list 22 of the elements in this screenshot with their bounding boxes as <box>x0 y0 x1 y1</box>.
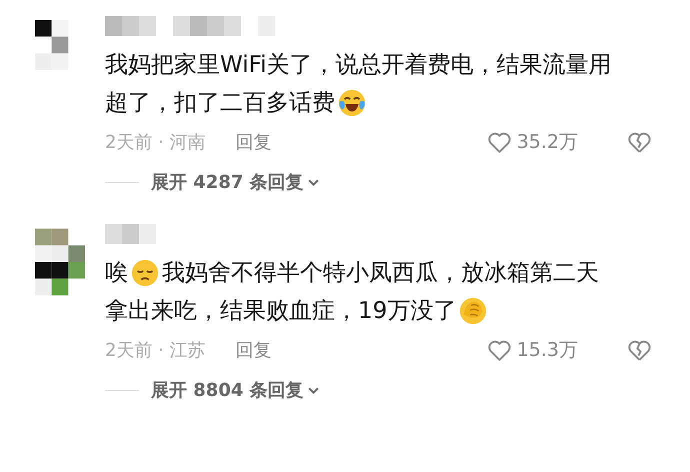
timestamp-location: 2天前 · 河南 <box>105 131 206 154</box>
reply-button[interactable]: 回复 <box>236 130 272 154</box>
username-redacted <box>105 224 156 244</box>
heart-icon[interactable] <box>486 338 513 362</box>
comment-text: 我妈把家里WiFi关了，说总开着费电，结果流量用 <box>105 51 612 80</box>
comment-text: 我妈舍不得半个特小凤西瓜，放冰箱第二天 <box>162 259 599 288</box>
timestamp-location: 2天前 · 江苏 <box>105 339 206 362</box>
comment-text: 拿出来吃，结果败血症，19万没了 <box>105 297 456 326</box>
like-count: 35.2万 <box>516 130 578 155</box>
comment-text: 唉 <box>105 259 128 288</box>
expand-replies-button[interactable]: 展开 4287 条回复 <box>151 170 304 194</box>
face-palm-emoji-icon <box>458 296 488 326</box>
comment-text: 超了，扣了二百多话费 <box>105 89 335 118</box>
heart-icon[interactable] <box>486 130 513 154</box>
avatar-mosaic <box>35 226 85 298</box>
sad-face-emoji-icon <box>130 258 160 288</box>
broken-heart-icon[interactable] <box>626 130 653 154</box>
expand-replies-button[interactable]: 展开 8804 条回复 <box>151 378 304 402</box>
reply-button[interactable]: 回复 <box>236 338 272 362</box>
broken-heart-icon[interactable] <box>626 338 653 362</box>
like-count: 15.3万 <box>516 338 578 363</box>
laughing-crying-emoji-icon <box>337 88 367 118</box>
